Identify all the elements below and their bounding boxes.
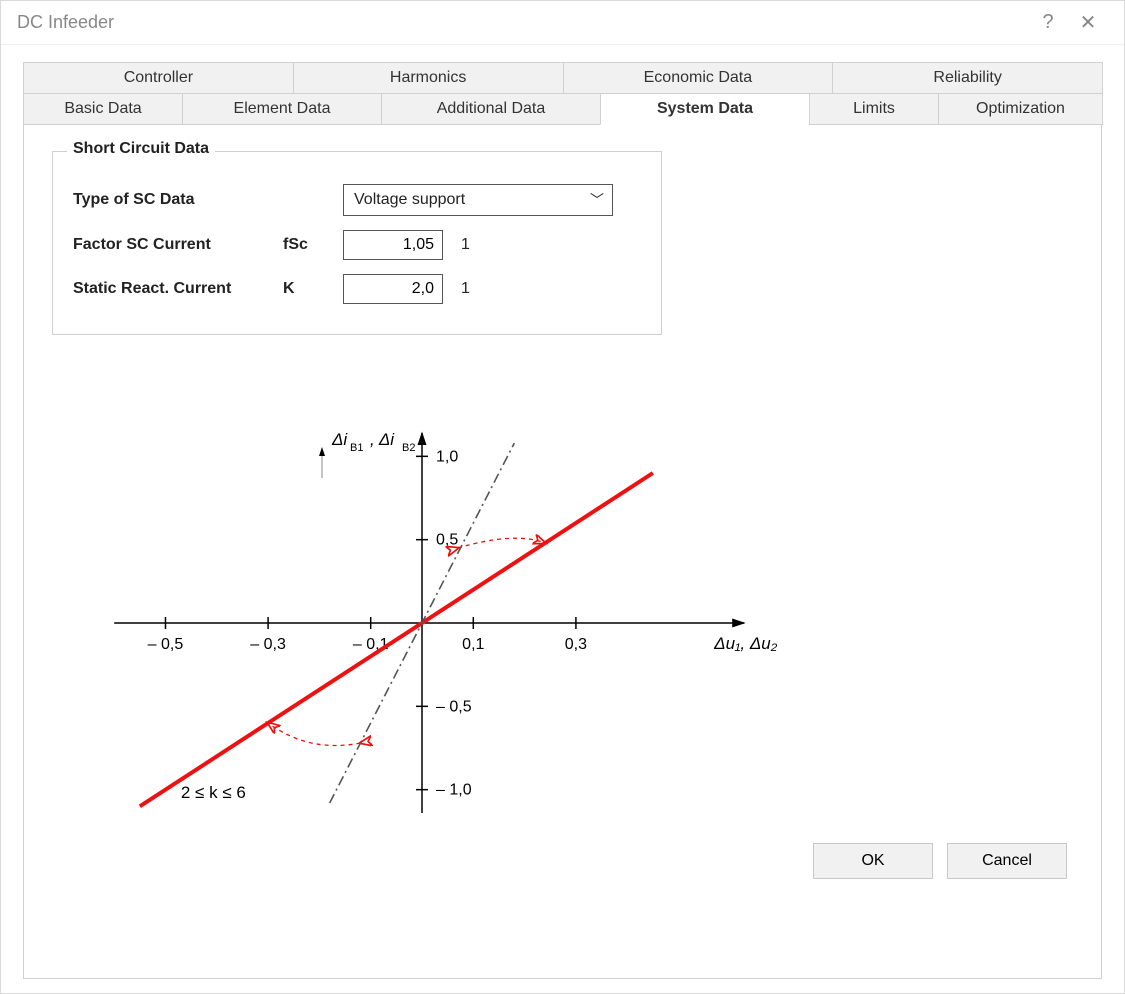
titlebar: DC Infeeder ? ✕ <box>1 1 1124 45</box>
tab-optimization[interactable]: Optimization <box>938 93 1103 125</box>
footer-buttons: OK Cancel <box>52 843 1073 881</box>
tab-controller[interactable]: Controller <box>23 62 294 94</box>
tab-reliability[interactable]: Reliability <box>832 62 1103 94</box>
symbol-static: K <box>283 280 343 298</box>
svg-text:0,3: 0,3 <box>565 636 587 653</box>
ok-button[interactable]: OK <box>813 843 933 879</box>
label-type: Type of SC Data <box>73 191 283 209</box>
tab-panel: Short Circuit Data Type of SC Data Volta… <box>23 125 1102 979</box>
svg-text:– 0,5: – 0,5 <box>436 698 472 715</box>
cancel-button[interactable]: Cancel <box>947 843 1067 879</box>
tab-element-data[interactable]: Element Data <box>182 93 382 125</box>
input-factor[interactable] <box>343 230 443 260</box>
label-static: Static React. Current <box>73 280 283 298</box>
close-icon[interactable]: ✕ <box>1068 10 1108 35</box>
tab-economic-data[interactable]: Economic Data <box>563 62 834 94</box>
tab-basic-data[interactable]: Basic Data <box>23 93 183 125</box>
window-title: DC Infeeder <box>17 12 114 33</box>
unit-factor: 1 <box>461 236 470 254</box>
input-static[interactable] <box>343 274 443 304</box>
unit-static: 1 <box>461 280 470 298</box>
svg-text:1,0: 1,0 <box>436 448 458 465</box>
group-title: Short Circuit Data <box>67 140 215 158</box>
tab-row-2: Basic Data Element Data Additional Data … <box>23 94 1102 125</box>
svg-text:2 ≤ k ≤ 6: 2 ≤ k ≤ 6 <box>181 783 246 802</box>
tab-harmonics[interactable]: Harmonics <box>293 62 564 94</box>
help-icon[interactable]: ? <box>1028 11 1068 34</box>
svg-text:– 0,3: – 0,3 <box>250 636 286 653</box>
svg-text:0,1: 0,1 <box>462 636 484 653</box>
symbol-factor: fSc <box>283 236 343 254</box>
tab-additional-data[interactable]: Additional Data <box>381 93 601 125</box>
select-value: Voltage support <box>354 191 465 209</box>
svg-text:Δu₁, Δu₂: Δu₁, Δu₂ <box>713 634 778 653</box>
tab-limits[interactable]: Limits <box>809 93 939 125</box>
svg-text:– 1,0: – 1,0 <box>436 782 472 799</box>
tab-container: Controller Harmonics Economic Data Relia… <box>23 63 1102 125</box>
row-factor: Factor SC Current fSc 1 <box>73 230 641 260</box>
svg-text:– 0,5: – 0,5 <box>148 636 184 653</box>
svg-text:B1: B1 <box>350 442 363 454</box>
chart-svg: – 0,5– 0,3– 0,10,10,31,00,5– 0,5– 1,0Δu₁… <box>52 363 812 843</box>
select-sc-type[interactable]: Voltage support ﹀ <box>343 184 613 216</box>
svg-text:B2: B2 <box>402 442 415 454</box>
content-area: Controller Harmonics Economic Data Relia… <box>1 45 1124 993</box>
row-static: Static React. Current K 1 <box>73 274 641 304</box>
dialog-window: DC Infeeder ? ✕ Controller Harmonics Eco… <box>0 0 1125 994</box>
short-circuit-group: Short Circuit Data Type of SC Data Volta… <box>52 151 662 335</box>
svg-text:, Δi: , Δi <box>370 430 395 449</box>
tab-system-data[interactable]: System Data <box>600 93 810 125</box>
label-factor: Factor SC Current <box>73 236 283 254</box>
row-type: Type of SC Data Voltage support ﹀ <box>73 184 641 216</box>
chart: – 0,5– 0,3– 0,10,10,31,00,5– 0,5– 1,0Δu₁… <box>52 363 812 843</box>
chevron-down-icon: ﹀ <box>590 190 604 210</box>
svg-text:0,5: 0,5 <box>436 532 458 549</box>
svg-text:Δi: Δi <box>331 430 348 449</box>
tab-row-1: Controller Harmonics Economic Data Relia… <box>23 63 1102 94</box>
